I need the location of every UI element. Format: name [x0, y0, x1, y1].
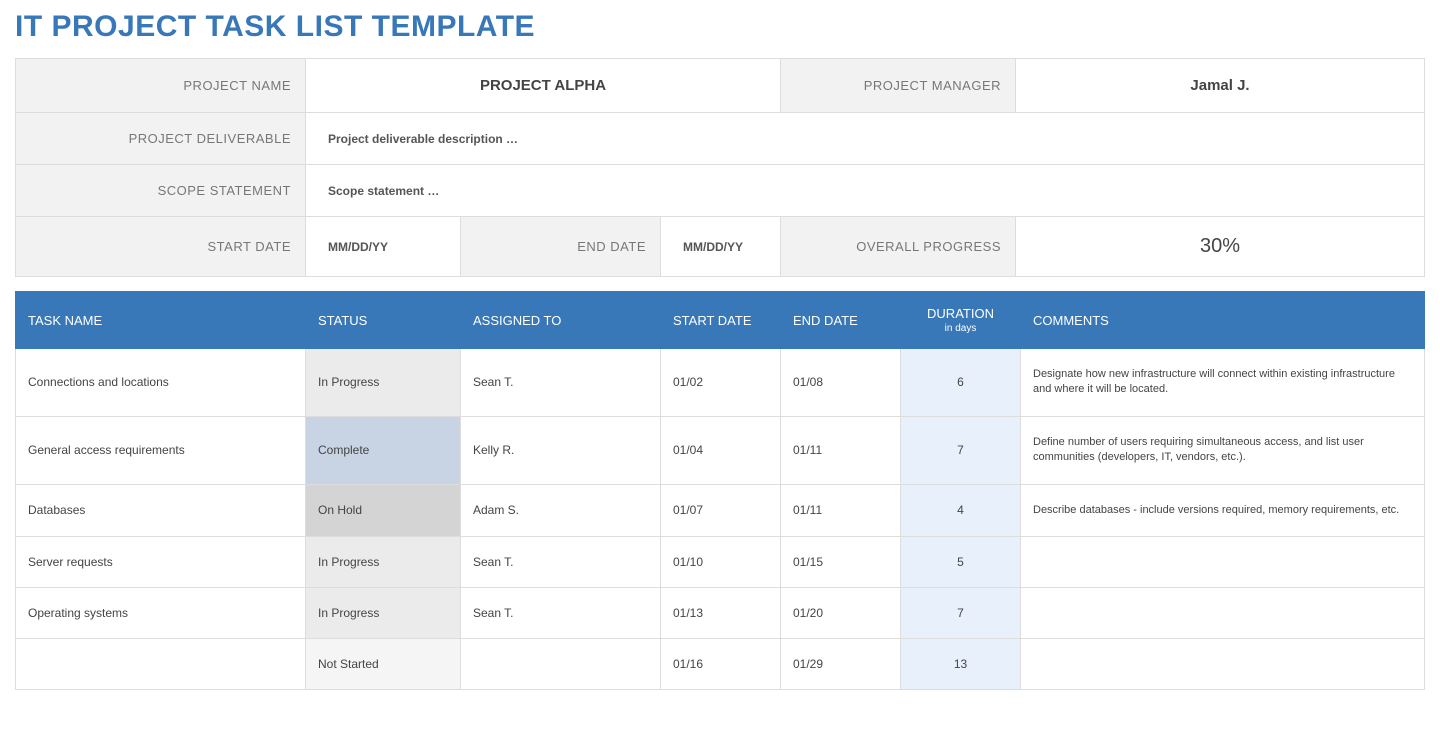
cell-duration: 5 [901, 536, 1021, 587]
start-date-label: START DATE [16, 217, 306, 277]
deliverable-value[interactable]: Project deliverable description … [306, 113, 1425, 165]
cell-task[interactable]: Databases [16, 484, 306, 536]
cell-start[interactable]: 01/02 [661, 349, 781, 417]
cell-end[interactable]: 01/29 [781, 638, 901, 689]
table-row: Not Started 01/1601/2913 [16, 638, 1425, 689]
task-header-row: TASK NAME STATUS ASSIGNED TO START DATE … [16, 292, 1425, 349]
col-start: START DATE [661, 292, 781, 349]
cell-assigned[interactable]: Sean T. [461, 536, 661, 587]
cell-end[interactable]: 01/11 [781, 416, 901, 484]
project-manager-value[interactable]: Jamal J. [1016, 59, 1425, 113]
table-row: Operating systemsIn ProgressSean T.01/13… [16, 587, 1425, 638]
cell-end[interactable]: 01/20 [781, 587, 901, 638]
project-manager-label: PROJECT MANAGER [781, 59, 1016, 113]
cell-duration: 7 [901, 416, 1021, 484]
cell-assigned[interactable] [461, 638, 661, 689]
cell-start[interactable]: 01/07 [661, 484, 781, 536]
table-row: Server requestsIn ProgressSean T.01/1001… [16, 536, 1425, 587]
col-duration-label: DURATION [927, 306, 994, 321]
project-name-value[interactable]: PROJECT ALPHA [306, 59, 781, 113]
table-row: General access requirementsCompleteKelly… [16, 416, 1425, 484]
cell-start[interactable]: 01/10 [661, 536, 781, 587]
end-date-value[interactable]: MM/DD/YY [661, 217, 781, 277]
cell-assigned[interactable]: Adam S. [461, 484, 661, 536]
cell-comments[interactable]: Define number of users requiring simulta… [1021, 416, 1425, 484]
col-duration-sub: in days [913, 323, 1008, 334]
page-title: IT PROJECT TASK LIST TEMPLATE [15, 10, 1425, 44]
cell-status[interactable]: On Hold [306, 484, 461, 536]
overall-progress-label: OVERALL PROGRESS [781, 217, 1016, 277]
overall-progress-value: 30% [1016, 217, 1425, 277]
cell-end[interactable]: 01/11 [781, 484, 901, 536]
cell-task[interactable] [16, 638, 306, 689]
cell-assigned[interactable]: Kelly R. [461, 416, 661, 484]
cell-comments[interactable] [1021, 587, 1425, 638]
cell-status[interactable]: In Progress [306, 587, 461, 638]
cell-duration: 13 [901, 638, 1021, 689]
scope-label: SCOPE STATEMENT [16, 165, 306, 217]
deliverable-label: PROJECT DELIVERABLE [16, 113, 306, 165]
cell-task[interactable]: Operating systems [16, 587, 306, 638]
cell-status[interactable]: Not Started [306, 638, 461, 689]
end-date-label: END DATE [461, 217, 661, 277]
cell-assigned[interactable]: Sean T. [461, 349, 661, 417]
scope-value[interactable]: Scope statement … [306, 165, 1425, 217]
cell-comments[interactable] [1021, 536, 1425, 587]
cell-comments[interactable] [1021, 638, 1425, 689]
col-duration: DURATION in days [901, 292, 1021, 349]
cell-end[interactable]: 01/15 [781, 536, 901, 587]
cell-assigned[interactable]: Sean T. [461, 587, 661, 638]
col-task: TASK NAME [16, 292, 306, 349]
cell-task[interactable]: Server requests [16, 536, 306, 587]
task-table: TASK NAME STATUS ASSIGNED TO START DATE … [15, 291, 1425, 690]
project-name-label: PROJECT NAME [16, 59, 306, 113]
project-meta-table: PROJECT NAME PROJECT ALPHA PROJECT MANAG… [15, 58, 1425, 277]
cell-status[interactable]: In Progress [306, 536, 461, 587]
col-status: STATUS [306, 292, 461, 349]
cell-task[interactable]: Connections and locations [16, 349, 306, 417]
col-end: END DATE [781, 292, 901, 349]
col-assigned: ASSIGNED TO [461, 292, 661, 349]
cell-status[interactable]: In Progress [306, 349, 461, 417]
cell-task[interactable]: General access requirements [16, 416, 306, 484]
cell-status[interactable]: Complete [306, 416, 461, 484]
cell-end[interactable]: 01/08 [781, 349, 901, 417]
cell-duration: 6 [901, 349, 1021, 417]
cell-start[interactable]: 01/04 [661, 416, 781, 484]
cell-duration: 4 [901, 484, 1021, 536]
start-date-value[interactable]: MM/DD/YY [306, 217, 461, 277]
cell-comments[interactable]: Designate how new infrastructure will co… [1021, 349, 1425, 417]
cell-start[interactable]: 01/16 [661, 638, 781, 689]
cell-comments[interactable]: Describe databases - include versions re… [1021, 484, 1425, 536]
col-comments: COMMENTS [1021, 292, 1425, 349]
cell-start[interactable]: 01/13 [661, 587, 781, 638]
cell-duration: 7 [901, 587, 1021, 638]
table-row: Connections and locationsIn ProgressSean… [16, 349, 1425, 417]
table-row: DatabasesOn HoldAdam S.01/0701/114Descri… [16, 484, 1425, 536]
